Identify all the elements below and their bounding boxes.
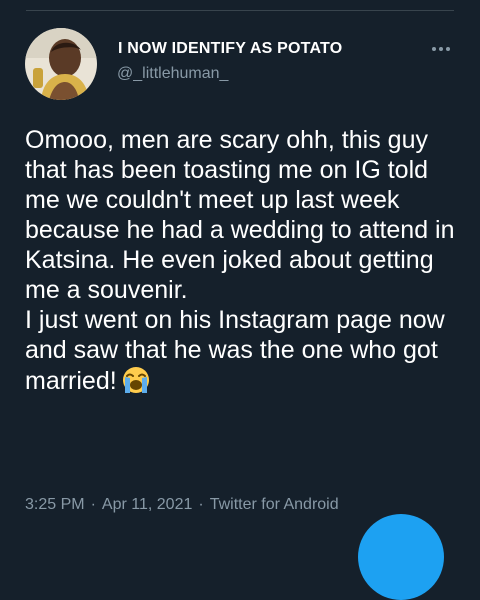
more-horizontal-icon-dot-3: [446, 47, 450, 51]
loudly-crying-face-icon: [121, 365, 151, 402]
meta-separator: ·: [198, 496, 204, 513]
tweet-text: Omooo, men are scary ohh, this guy that …: [25, 125, 465, 402]
avatar[interactable]: [25, 28, 97, 100]
more-horizontal-icon-dot-2: [439, 47, 443, 51]
top-divider: [26, 10, 454, 11]
tweet-paragraph-1: Omooo, men are scary ohh, this guy that …: [25, 126, 455, 304]
tweet-meta: 3:25 PM · Apr 11, 2021 · Twitter for Android: [25, 496, 339, 514]
meta-separator: ·: [90, 496, 96, 513]
user-handle[interactable]: @_littlehuman_: [117, 65, 228, 83]
more-horizontal-icon: [432, 47, 436, 51]
tweet-date[interactable]: Apr 11, 2021: [102, 496, 192, 513]
tweet-paragraph-2-text: I just went on his Instagram page now an…: [25, 306, 445, 395]
more-options-button[interactable]: [428, 38, 454, 60]
avatar-photo: [25, 28, 97, 100]
compose-fab-button[interactable]: [358, 514, 444, 600]
tweet-time[interactable]: 3:25 PM: [25, 496, 85, 513]
display-name[interactable]: I NOW IDENTIFY AS POTATO: [118, 40, 342, 58]
tweet-source[interactable]: Twitter for Android: [210, 496, 339, 513]
tweet-paragraph-2: I just went on his Instagram page now an…: [25, 305, 465, 402]
